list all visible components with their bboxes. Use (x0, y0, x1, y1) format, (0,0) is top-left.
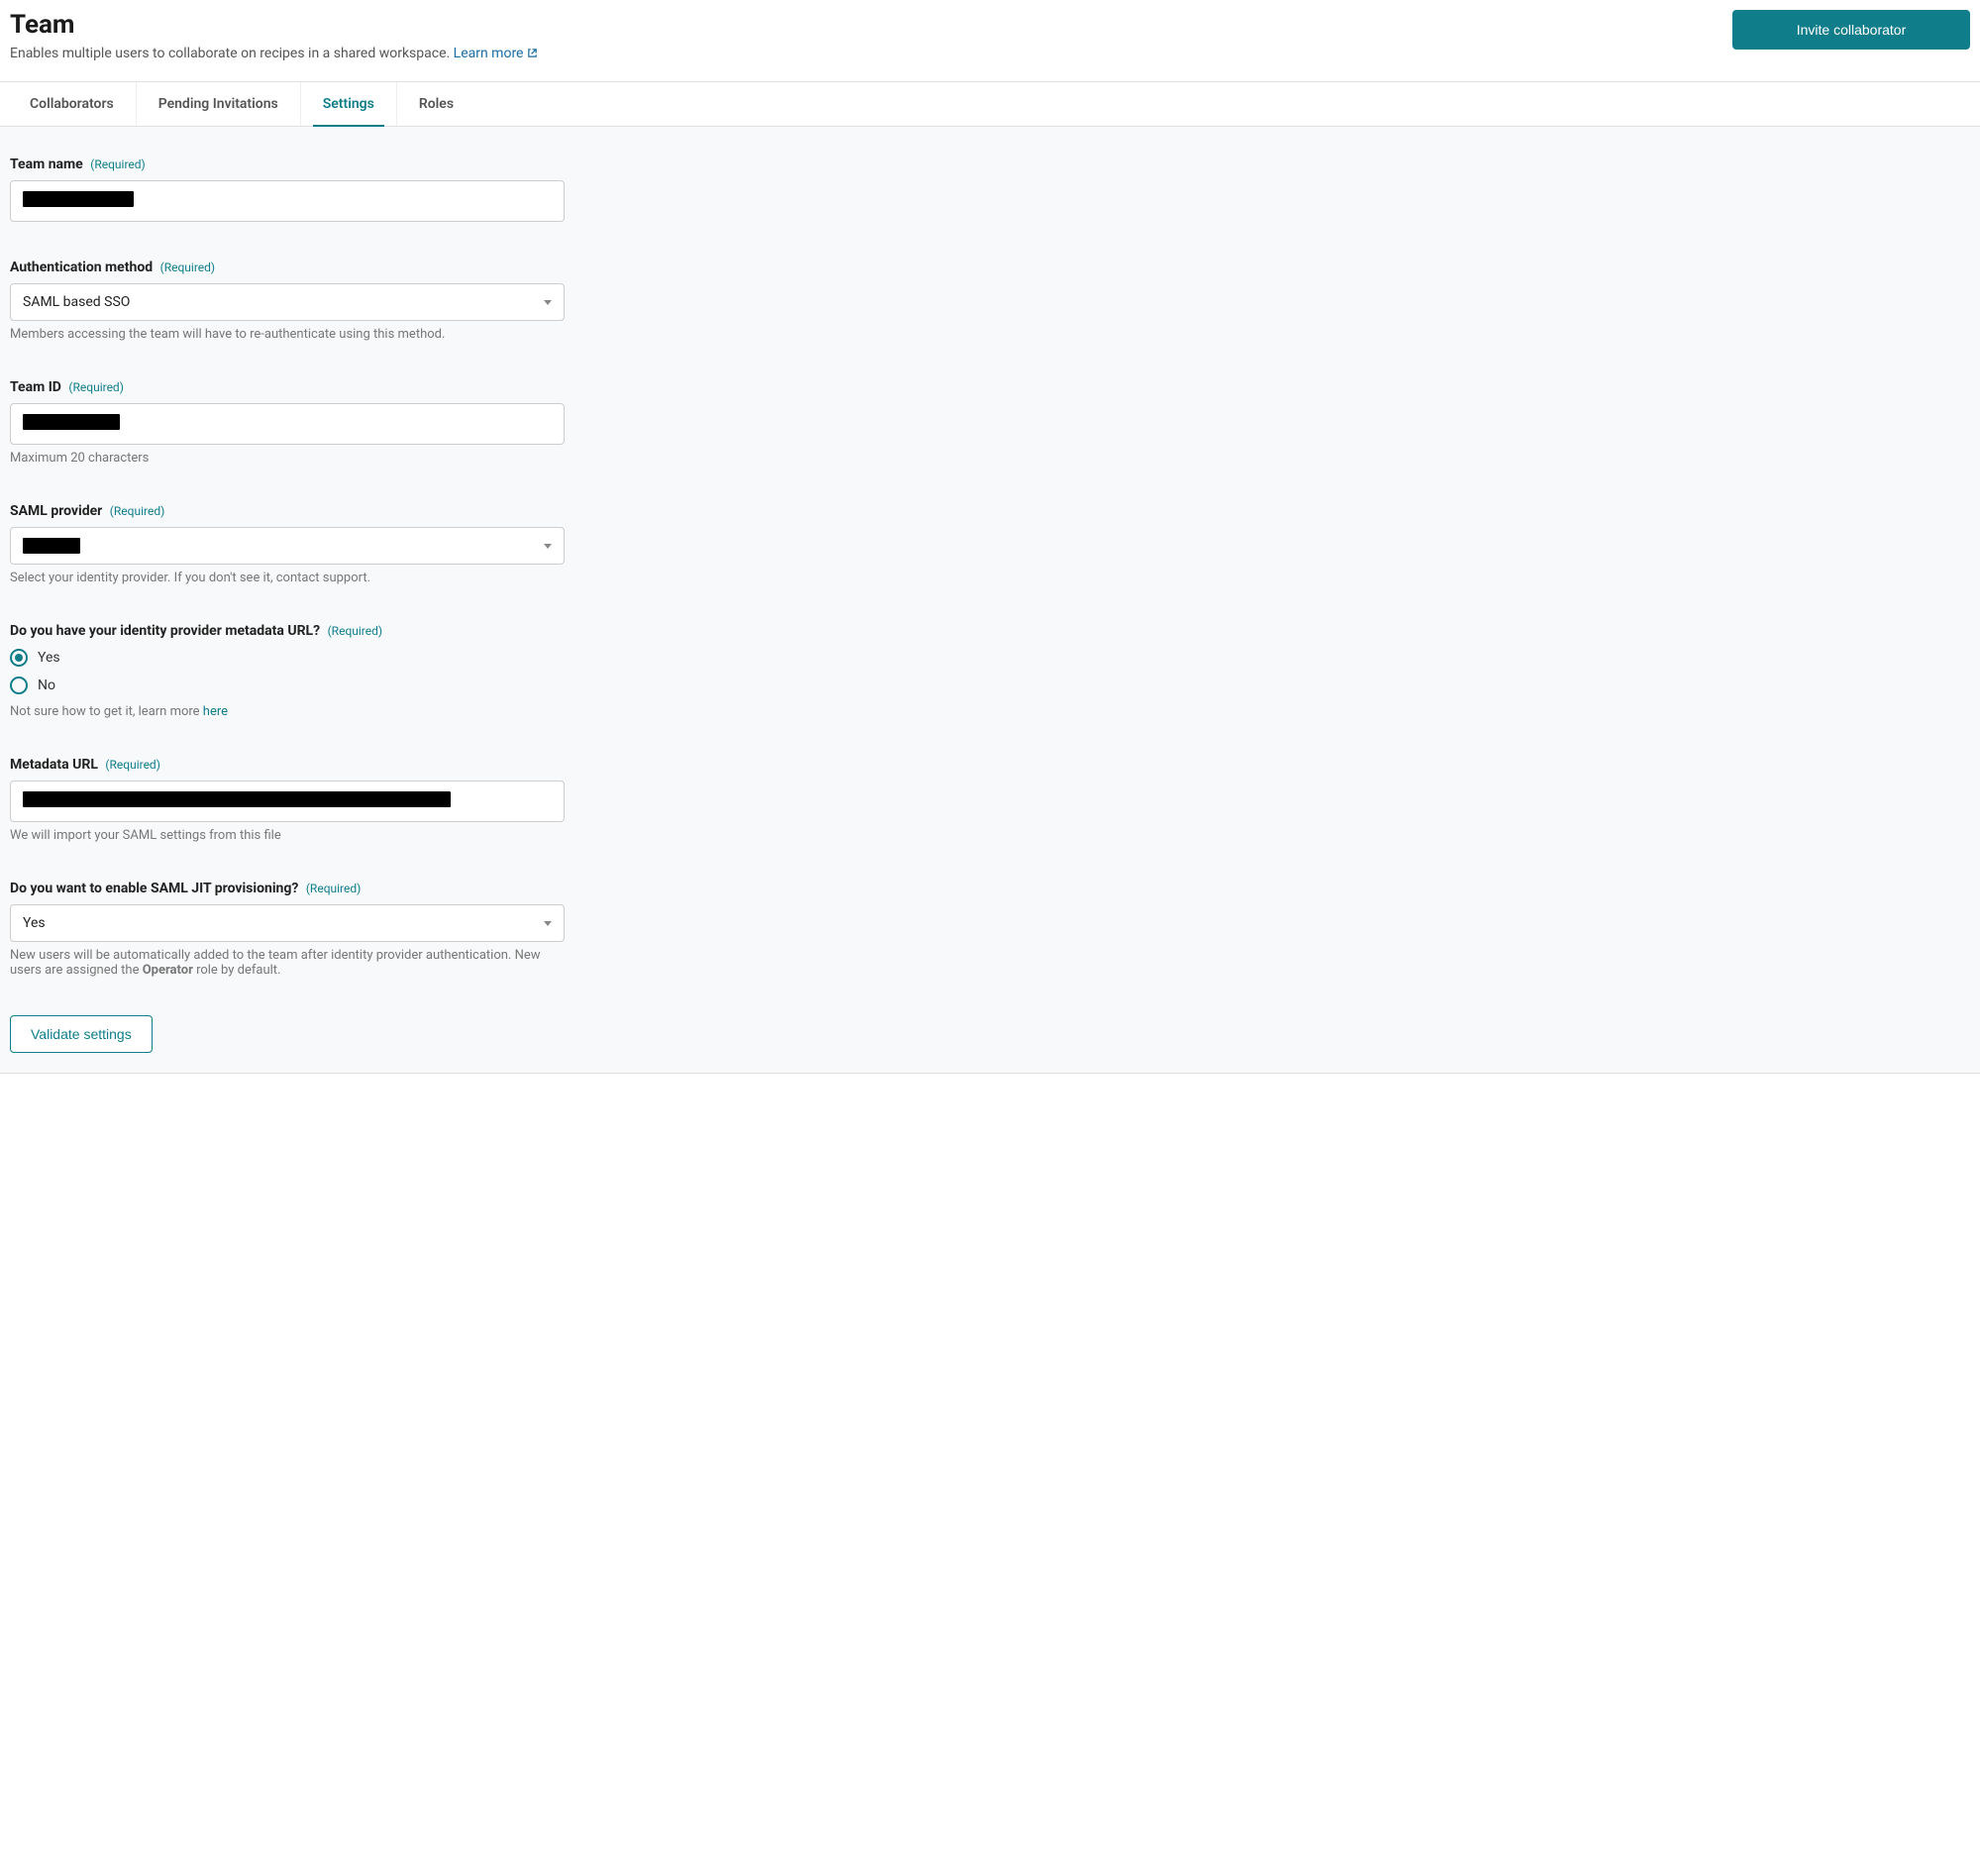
team-name-label-text: Team name (10, 156, 83, 172)
field-team-name: Team name (Required) (10, 156, 565, 222)
team-id-input[interactable] (10, 403, 565, 445)
required-tag: (Required) (306, 882, 361, 895)
tab-collaborators[interactable]: Collaborators (8, 82, 137, 126)
chevron-down-icon (544, 300, 552, 305)
radio-yes-label: Yes (38, 650, 60, 666)
required-tag: (Required) (328, 624, 382, 638)
subtitle-text: Enables multiple users to collaborate on… (10, 46, 454, 61)
learn-more-label: Learn more (454, 46, 524, 61)
required-tag: (Required) (110, 504, 164, 518)
has-metadata-help-text: Not sure how to get it, learn more (10, 704, 203, 719)
required-tag: (Required) (160, 261, 215, 274)
auth-method-label: Authentication method (Required) (10, 260, 565, 275)
field-auth-method: Authentication method (Required) SAML ba… (10, 260, 565, 342)
team-id-label-text: Team ID (10, 379, 61, 395)
chevron-down-icon (544, 921, 552, 926)
required-tag: (Required) (90, 157, 145, 171)
auth-method-value: SAML based SSO (23, 294, 130, 310)
field-team-id: Team ID (Required) Maximum 20 characters (10, 379, 565, 466)
saml-provider-help: Select your identity provider. If you do… (10, 571, 565, 585)
chevron-down-icon (544, 544, 552, 549)
auth-method-help: Members accessing the team will have to … (10, 327, 565, 342)
page-subtitle: Enables multiple users to collaborate on… (10, 46, 538, 61)
jit-select[interactable]: Yes (10, 904, 565, 942)
page-header: Team Enables multiple users to collabora… (0, 0, 1980, 81)
learn-more-here-link[interactable]: here (203, 704, 228, 719)
saml-provider-label-text: SAML provider (10, 503, 102, 519)
tab-pending-invitations[interactable]: Pending Invitations (137, 82, 301, 126)
metadata-url-label-text: Metadata URL (10, 757, 98, 773)
metadata-url-value-redacted (23, 791, 451, 807)
validate-settings-button[interactable]: Validate settings (10, 1015, 153, 1053)
auth-method-label-text: Authentication method (10, 260, 153, 275)
metadata-url-input[interactable] (10, 781, 565, 822)
learn-more-link[interactable]: Learn more (454, 46, 538, 61)
radio-yes[interactable]: Yes (10, 649, 565, 667)
field-metadata-url: Metadata URL (Required) We will import y… (10, 757, 565, 843)
metadata-radio-group: Yes No (10, 649, 565, 694)
field-saml-provider: SAML provider (Required) Select your ide… (10, 503, 565, 585)
metadata-url-help: We will import your SAML settings from t… (10, 828, 565, 843)
team-id-help: Maximum 20 characters (10, 451, 565, 466)
required-tag: (Required) (105, 758, 159, 772)
radio-icon (10, 649, 28, 667)
auth-method-select[interactable]: SAML based SSO (10, 283, 565, 321)
tab-settings[interactable]: Settings (301, 82, 397, 126)
saml-provider-value-redacted (23, 538, 80, 554)
jit-label: Do you want to enable SAML JIT provision… (10, 881, 565, 896)
jit-help-suffix: role by default. (193, 963, 281, 978)
jit-label-text: Do you want to enable SAML JIT provision… (10, 881, 298, 896)
team-id-label: Team ID (Required) (10, 379, 565, 395)
tab-roles[interactable]: Roles (397, 82, 475, 126)
has-metadata-label-text: Do you have your identity provider metad… (10, 623, 320, 639)
actions-row: Validate settings (10, 1015, 565, 1053)
has-metadata-help: Not sure how to get it, learn more here (10, 704, 565, 719)
header-left: Team Enables multiple users to collabora… (10, 10, 538, 61)
jit-help: New users will be automatically added to… (10, 948, 565, 978)
saml-provider-label: SAML provider (Required) (10, 503, 565, 519)
tabs-bar: Collaborators Pending Invitations Settin… (0, 81, 1980, 127)
team-name-input[interactable] (10, 180, 565, 222)
metadata-url-label: Metadata URL (Required) (10, 757, 565, 773)
team-id-value-redacted (23, 414, 120, 430)
required-tag: (Required) (68, 380, 123, 394)
radio-icon (10, 677, 28, 694)
field-has-metadata-url: Do you have your identity provider metad… (10, 623, 565, 719)
jit-value: Yes (23, 915, 46, 931)
jit-help-bold: Operator (143, 963, 193, 978)
team-name-label: Team name (Required) (10, 156, 565, 172)
page-title: Team (10, 10, 538, 40)
invite-collaborator-button[interactable]: Invite collaborator (1732, 10, 1970, 50)
field-jit-provisioning: Do you want to enable SAML JIT provision… (10, 881, 565, 978)
has-metadata-label: Do you have your identity provider metad… (10, 623, 565, 639)
settings-form: Team name (Required) Authentication meth… (0, 127, 1980, 1074)
external-link-icon (527, 48, 538, 58)
radio-no-label: No (38, 677, 55, 693)
radio-no[interactable]: No (10, 677, 565, 694)
saml-provider-select[interactable] (10, 527, 565, 565)
team-name-value-redacted (23, 191, 134, 207)
